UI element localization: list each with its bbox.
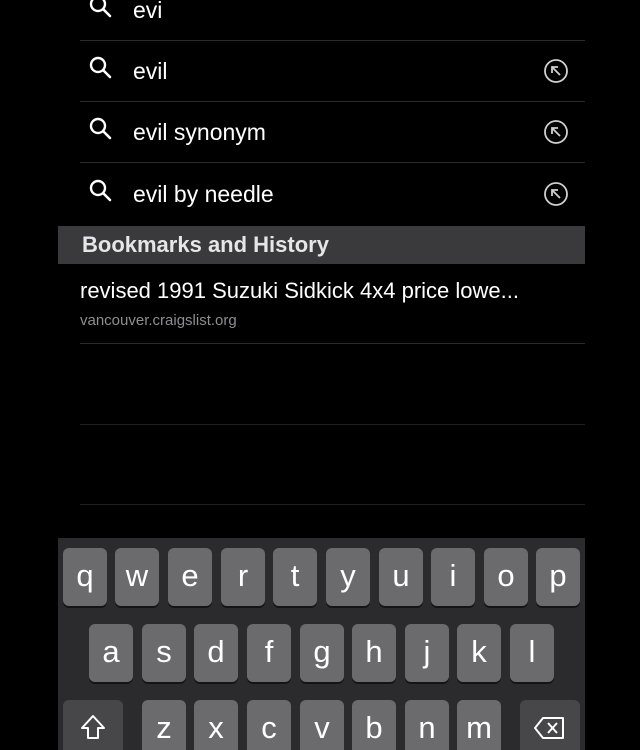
key-e[interactable]: e <box>168 548 212 606</box>
key-d[interactable]: d <box>194 624 238 682</box>
arrow-up-left-icon[interactable] <box>543 119 569 145</box>
suggestion-row[interactable]: evil synonym <box>80 102 585 163</box>
search-icon <box>88 178 112 202</box>
key-m[interactable]: m <box>457 700 501 750</box>
history-item[interactable]: revised 1991 Suzuki Sidkick 4x4 price lo… <box>80 266 585 344</box>
key-l[interactable]: l <box>510 624 554 682</box>
divider <box>80 424 585 425</box>
key-f[interactable]: f <box>247 624 291 682</box>
arrow-up-left-icon[interactable] <box>543 58 569 84</box>
keyboard: q w e r t y u i o p a s d f g h j k l z … <box>58 538 585 750</box>
key-w[interactable]: w <box>115 548 159 606</box>
key-g[interactable]: g <box>300 624 344 682</box>
search-icon <box>88 0 112 18</box>
section-header-label: Bookmarks and History <box>82 232 329 257</box>
key-p[interactable]: p <box>536 548 580 606</box>
key-c[interactable]: c <box>247 700 291 750</box>
suggestion-row[interactable]: evil by needle <box>80 164 585 225</box>
suggestion-text: evi <box>133 0 163 23</box>
key-o[interactable]: o <box>484 548 528 606</box>
key-a[interactable]: a <box>89 624 133 682</box>
key-k[interactable]: k <box>457 624 501 682</box>
suggestion-row[interactable]: evi <box>80 0 585 41</box>
key-y[interactable]: y <box>326 548 370 606</box>
key-z[interactable]: z <box>142 700 186 750</box>
suggestion-row[interactable]: evil <box>80 41 585 102</box>
delete-key[interactable] <box>520 700 580 750</box>
key-u[interactable]: u <box>379 548 423 606</box>
key-n[interactable]: n <box>405 700 449 750</box>
key-j[interactable]: j <box>405 624 449 682</box>
key-t[interactable]: t <box>273 548 317 606</box>
key-s[interactable]: s <box>142 624 186 682</box>
suggestion-text: evil by needle <box>133 181 274 207</box>
shift-key[interactable] <box>63 700 123 750</box>
bookmarks-history-header: Bookmarks and History <box>58 226 585 264</box>
suggestion-text: evil <box>133 58 168 84</box>
key-x[interactable]: x <box>194 700 238 750</box>
key-r[interactable]: r <box>221 548 265 606</box>
history-item-title: revised 1991 Suzuki Sidkick 4x4 price lo… <box>80 278 519 303</box>
key-h[interactable]: h <box>352 624 396 682</box>
key-i[interactable]: i <box>431 548 475 606</box>
shift-icon <box>63 700 123 750</box>
divider <box>80 504 585 505</box>
key-q[interactable]: q <box>63 548 107 606</box>
delete-icon <box>520 700 580 750</box>
key-b[interactable]: b <box>352 700 396 750</box>
search-icon <box>88 116 112 140</box>
search-icon <box>88 55 112 79</box>
suggestion-text: evil synonym <box>133 119 266 145</box>
arrow-up-left-icon[interactable] <box>543 181 569 207</box>
history-item-url: vancouver.craigslist.org <box>80 312 237 329</box>
key-v[interactable]: v <box>300 700 344 750</box>
suggestions-panel: evi evil evil synonym evil by needle Boo… <box>0 0 640 540</box>
